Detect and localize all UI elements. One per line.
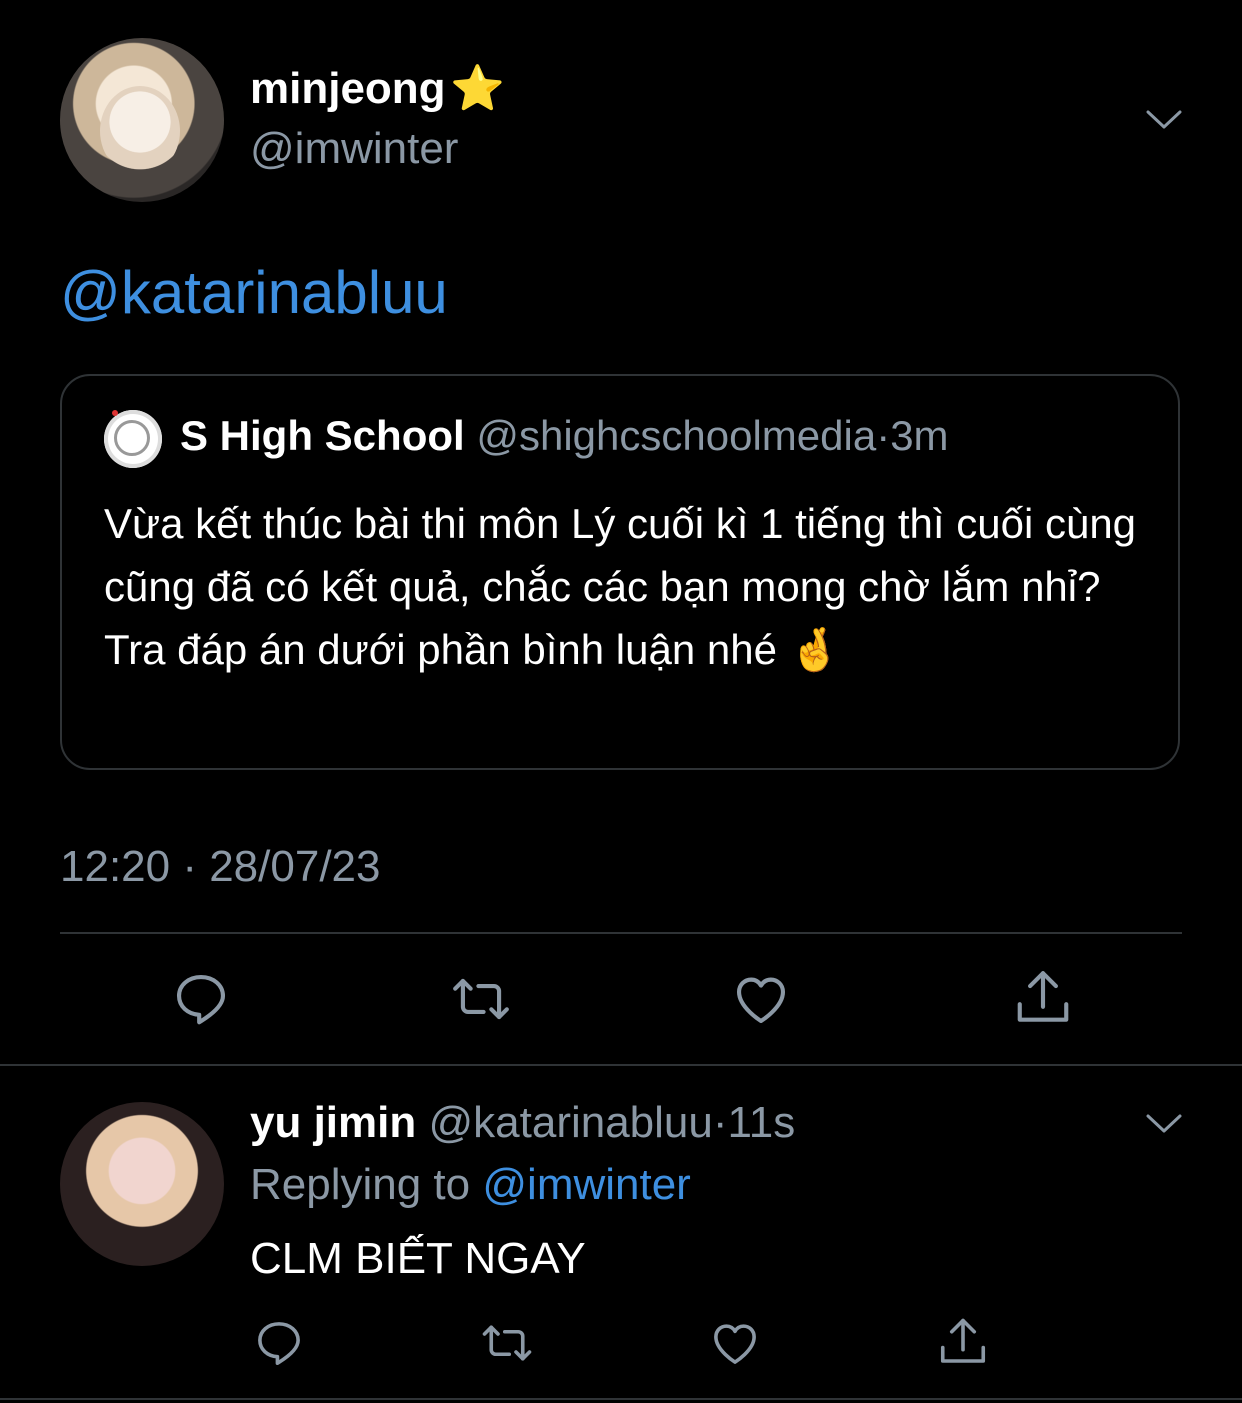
quoted-tweet-age: 3m bbox=[890, 412, 949, 459]
author-handle[interactable]: @imwinter bbox=[250, 124, 458, 174]
share-icon[interactable] bbox=[936, 1316, 990, 1370]
retweet-icon[interactable] bbox=[450, 968, 512, 1030]
chevron-down-icon[interactable] bbox=[1144, 108, 1184, 132]
quoted-tweet-card[interactable]: S High School @shighcschoolmedia·3m Vừa … bbox=[60, 374, 1180, 770]
quoted-author-handle: @shighcschoolmedia bbox=[476, 412, 877, 459]
like-icon[interactable] bbox=[730, 968, 792, 1030]
author-name: minjeong bbox=[250, 64, 446, 113]
reply-author-name[interactable]: yu jimin bbox=[250, 1098, 416, 1147]
reply-author-handle[interactable]: @katarinabluu bbox=[428, 1098, 712, 1147]
reply-author-avatar[interactable] bbox=[60, 1102, 224, 1266]
divider bbox=[0, 1064, 1242, 1066]
share-icon[interactable] bbox=[1012, 968, 1074, 1030]
reply-icon[interactable] bbox=[170, 968, 232, 1030]
reply-text: CLM BIẾT NGAY bbox=[250, 1234, 586, 1283]
like-icon[interactable] bbox=[708, 1316, 762, 1370]
replying-to-line: Replying to @imwinter bbox=[250, 1160, 691, 1210]
quoted-separator: · bbox=[876, 412, 891, 459]
mention-link[interactable]: @katarinabluu bbox=[60, 258, 448, 327]
author-name-row[interactable]: minjeong ⭐ bbox=[250, 62, 505, 114]
divider bbox=[60, 932, 1182, 934]
quoted-author-name: S High School bbox=[180, 412, 465, 459]
replying-to-link[interactable]: @imwinter bbox=[482, 1160, 690, 1209]
chevron-down-icon[interactable] bbox=[1144, 1112, 1184, 1136]
reply-header: yu jimin @katarinabluu·11s bbox=[250, 1098, 795, 1148]
star-badge-icon: ⭐ bbox=[450, 64, 505, 113]
reply-separator: · bbox=[712, 1098, 728, 1147]
tweet-timestamp[interactable]: 12:20 · 28/07/23 bbox=[60, 842, 380, 892]
author-avatar[interactable] bbox=[60, 38, 224, 202]
divider bbox=[0, 1398, 1242, 1400]
quoted-tweet-header: S High School @shighcschoolmedia·3m bbox=[180, 412, 949, 460]
reply-age: 11s bbox=[727, 1098, 796, 1147]
replying-prefix: Replying to bbox=[250, 1160, 471, 1209]
quoted-tweet-text: Vừa kết thúc bài thi môn Lý cuối kì 1 ti… bbox=[104, 500, 1137, 673]
quoted-author-avatar bbox=[104, 410, 162, 468]
retweet-icon[interactable] bbox=[480, 1316, 534, 1370]
reply-icon[interactable] bbox=[252, 1316, 306, 1370]
